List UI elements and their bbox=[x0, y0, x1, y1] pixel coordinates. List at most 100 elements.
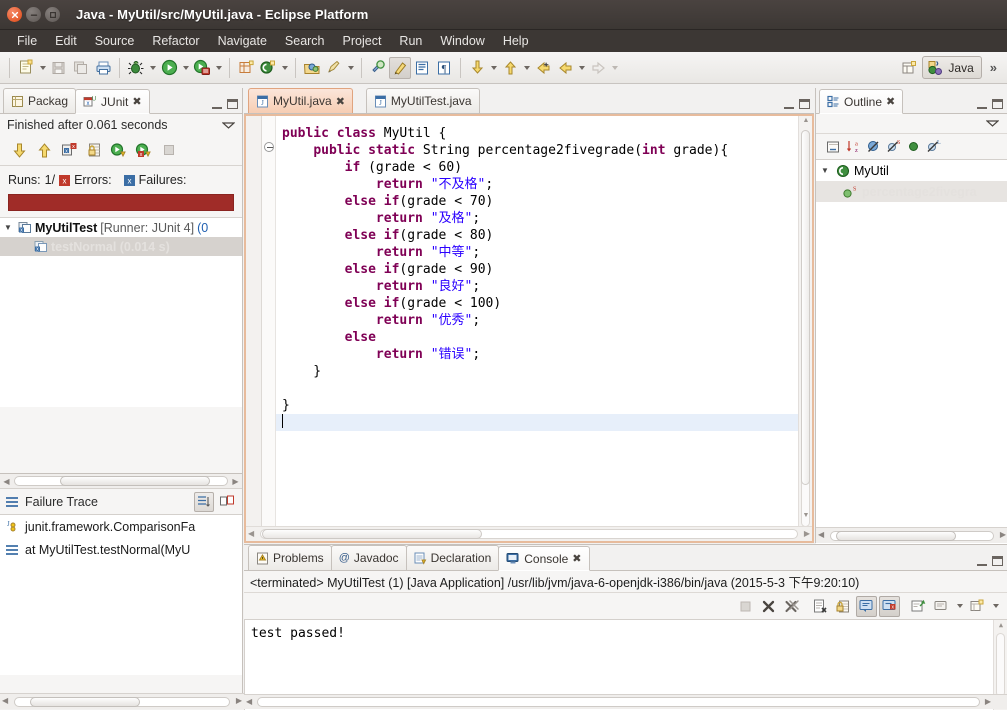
pin-console-button[interactable] bbox=[908, 596, 929, 617]
menu-run[interactable]: Run bbox=[390, 32, 431, 50]
open-perspective-icon[interactable] bbox=[898, 57, 920, 79]
display-selected-console-dropdown-icon[interactable] bbox=[954, 595, 965, 617]
editor-minimize-icon[interactable] bbox=[784, 99, 794, 109]
tab-outline-close-icon[interactable]: ✖ bbox=[886, 95, 895, 108]
window-minimize-button[interactable] bbox=[26, 7, 41, 22]
junit-minimize-icon[interactable] bbox=[212, 99, 222, 109]
tab-package-explorer[interactable]: Packag bbox=[3, 88, 77, 113]
menu-help[interactable]: Help bbox=[494, 32, 538, 50]
hide-fields-button[interactable] bbox=[866, 139, 881, 154]
tab-junit[interactable]: x U JUnit ✖ bbox=[75, 89, 150, 114]
editor-folding-ruler[interactable] bbox=[262, 116, 276, 541]
rerun-failed-tests-icon[interactable]: x bbox=[133, 139, 155, 161]
console-hscrollbar[interactable]: ◀ ▶ bbox=[244, 694, 1007, 709]
hide-static-button[interactable]: S bbox=[886, 139, 901, 154]
window-maximize-button[interactable] bbox=[45, 7, 60, 22]
expand-twisty-icon[interactable]: ▼ bbox=[821, 166, 832, 175]
code-text[interactable]: public class MyUtil { public static Stri… bbox=[276, 116, 798, 541]
menu-source[interactable]: Source bbox=[86, 32, 144, 50]
hscroll-right-arrow-icon[interactable]: ▶ bbox=[229, 477, 242, 486]
scroll-lock-button[interactable] bbox=[833, 596, 854, 617]
run-dropdown-icon[interactable] bbox=[180, 57, 191, 79]
outline-minimize-icon[interactable] bbox=[977, 99, 987, 109]
debug-icon[interactable] bbox=[125, 57, 147, 79]
outline-row-class[interactable]: ▼ MyUtil bbox=[816, 160, 1007, 181]
editor-vscroll-up-arrow-icon[interactable]: ▲ bbox=[799, 117, 813, 131]
show-console-on-output-button[interactable] bbox=[856, 595, 877, 617]
tab-console-close-icon[interactable]: ✖ bbox=[572, 552, 581, 565]
tab-myutil-java[interactable]: J MyUtil.java ✖ bbox=[248, 88, 353, 113]
expand-twisty-icon[interactable]: ▼ bbox=[4, 223, 15, 232]
filter-stack-trace-button[interactable] bbox=[194, 491, 214, 512]
previous-annotation-dropdown-icon[interactable] bbox=[521, 57, 532, 79]
editor-maximize-icon[interactable] bbox=[799, 99, 810, 109]
outline-row-method[interactable]: S percentage2fivegra bbox=[816, 181, 1007, 202]
editor-vscroll-thumb[interactable] bbox=[801, 130, 810, 485]
next-annotation-dropdown-icon[interactable] bbox=[488, 57, 499, 79]
console-minimize-icon[interactable] bbox=[977, 556, 987, 566]
list-item[interactable]: at MyUtilTest.testNormal(MyU bbox=[0, 538, 242, 561]
console-vscroll-track[interactable] bbox=[996, 633, 1005, 697]
tab-declaration[interactable]: Declaration bbox=[405, 545, 500, 570]
open-task-dropdown-icon[interactable] bbox=[345, 57, 356, 79]
editor-hscroll-right-arrow-icon[interactable]: ▶ bbox=[804, 529, 810, 538]
open-task-icon[interactable] bbox=[323, 57, 345, 79]
outline-maximize-icon[interactable] bbox=[992, 99, 1003, 109]
external-tools-dropdown-icon[interactable] bbox=[213, 57, 224, 79]
bottom-scroll-thumb[interactable] bbox=[30, 697, 140, 707]
save-all-icon[interactable] bbox=[70, 57, 92, 79]
external-tools-icon[interactable] bbox=[191, 57, 213, 79]
save-icon[interactable] bbox=[48, 57, 70, 79]
junit-bottom-scrollbar[interactable]: ◀ ▶ bbox=[0, 693, 244, 709]
toolbar-overflow-button[interactable]: » bbox=[984, 60, 1003, 75]
console-hscroll-left-arrow-icon[interactable]: ◀ bbox=[246, 697, 252, 706]
tab-javadoc[interactable]: @ Javadoc bbox=[330, 545, 407, 570]
clear-console-button[interactable] bbox=[810, 596, 831, 617]
editor-vertical-ruler[interactable] bbox=[246, 116, 262, 541]
perspective-java-button[interactable]: Java bbox=[922, 56, 982, 79]
tab-myutil-java-close-icon[interactable]: ✖ bbox=[336, 95, 345, 108]
table-row[interactable]: ▼ x MyUtilTest [Runner: JUnit 4] (0 bbox=[0, 218, 242, 237]
tab-outline[interactable]: Outline ✖ bbox=[819, 89, 904, 114]
table-row[interactable]: x testNormal (0.014 s) bbox=[0, 237, 242, 256]
menu-search[interactable]: Search bbox=[276, 32, 334, 50]
new-java-class-icon[interactable] bbox=[257, 57, 279, 79]
hscroll-left-arrow-icon[interactable]: ◀ bbox=[0, 477, 13, 486]
hide-non-public-button[interactable] bbox=[906, 139, 921, 154]
hscroll-thumb[interactable] bbox=[60, 476, 210, 486]
previous-failure-icon[interactable] bbox=[33, 139, 55, 161]
outline-view-menu-icon[interactable] bbox=[986, 119, 999, 128]
print-icon[interactable] bbox=[92, 57, 114, 79]
new-wizard-icon[interactable] bbox=[15, 57, 37, 79]
next-failure-icon[interactable] bbox=[8, 139, 30, 161]
collapse-all-button[interactable] bbox=[826, 140, 841, 154]
editor-hscroll-thumb[interactable] bbox=[262, 529, 482, 539]
display-selected-console-button[interactable] bbox=[931, 596, 952, 617]
menu-project[interactable]: Project bbox=[334, 32, 391, 50]
lock-scroll-icon[interactable] bbox=[83, 139, 105, 161]
last-edit-location-icon[interactable] bbox=[532, 57, 554, 79]
editor-hscrollbar[interactable]: ◀ ▶ bbox=[246, 526, 812, 541]
menu-refactor[interactable]: Refactor bbox=[143, 32, 208, 50]
menu-edit[interactable]: Edit bbox=[46, 32, 86, 50]
console-maximize-icon[interactable] bbox=[992, 556, 1003, 566]
hide-local-types-button[interactable]: L bbox=[926, 139, 941, 154]
console-hscroll-track[interactable] bbox=[257, 697, 980, 707]
console-vscroll-up-arrow-icon[interactable]: ▲ bbox=[995, 621, 1007, 629]
editor-vscroll-down-arrow-icon[interactable]: ▼ bbox=[799, 512, 813, 526]
outline-hscroll-right-arrow-icon[interactable]: ▶ bbox=[1000, 530, 1006, 539]
remove-all-terminated-button[interactable] bbox=[781, 596, 802, 617]
show-failures-only-icon[interactable]: x x bbox=[58, 139, 80, 161]
previous-annotation-icon[interactable] bbox=[499, 57, 521, 79]
debug-dropdown-icon[interactable] bbox=[147, 57, 158, 79]
terminate-button[interactable] bbox=[735, 596, 756, 617]
outline-hscroll-left-arrow-icon[interactable]: ◀ bbox=[818, 530, 824, 539]
new-wizard-dropdown-icon[interactable] bbox=[37, 57, 48, 79]
junit-tree-hscrollbar[interactable]: ◀ ▶ bbox=[0, 474, 242, 489]
search-icon[interactable] bbox=[367, 57, 389, 79]
menu-window[interactable]: Window bbox=[431, 32, 493, 50]
bottom-scroll-left-arrow-icon[interactable]: ◀ bbox=[2, 696, 8, 705]
back-icon[interactable] bbox=[554, 57, 576, 79]
next-annotation-icon[interactable] bbox=[466, 57, 488, 79]
fold-collapse-icon[interactable] bbox=[264, 142, 274, 152]
